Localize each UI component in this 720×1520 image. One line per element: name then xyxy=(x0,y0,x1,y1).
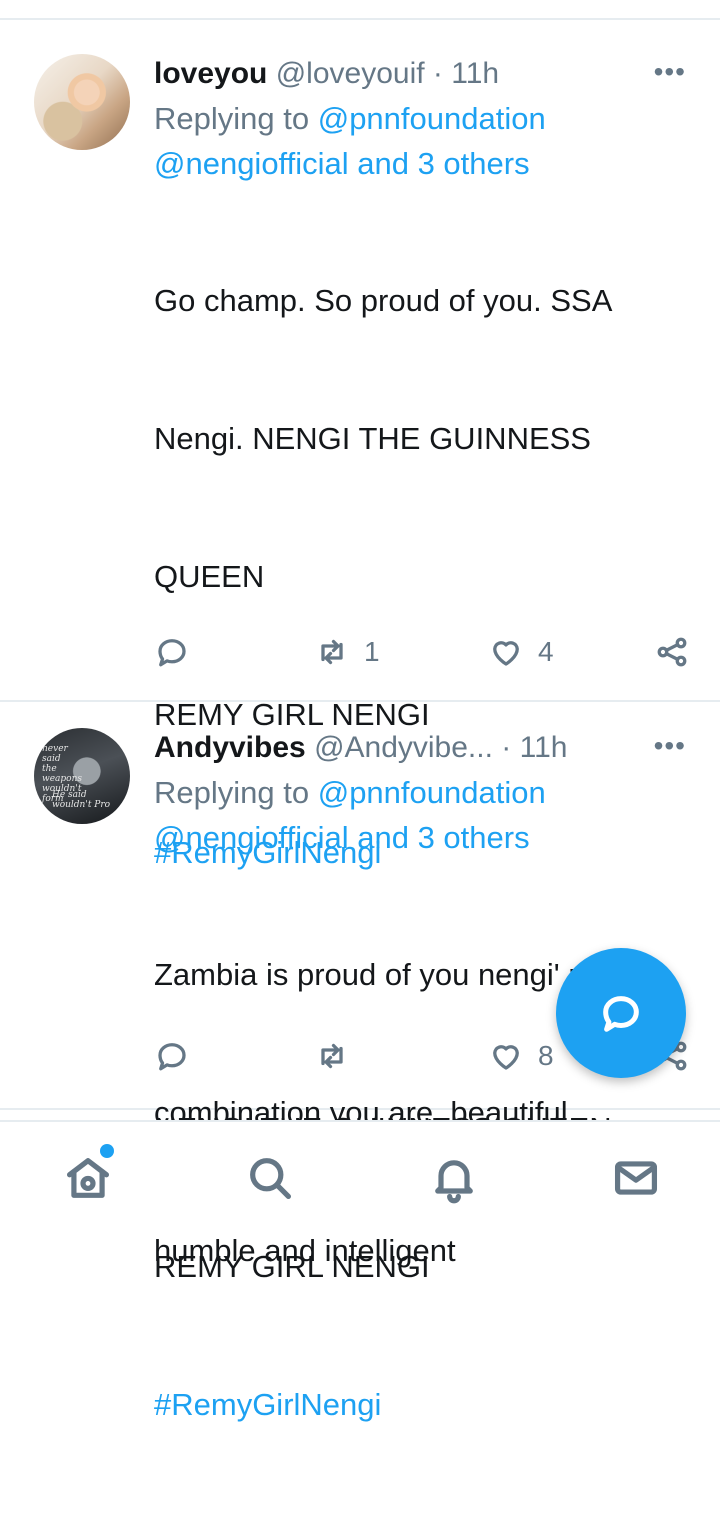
hashtag-link[interactable]: #RemyGirlNengi xyxy=(154,1382,690,1428)
heart-icon xyxy=(493,1045,519,1070)
more-horizontal-icon[interactable]: ••• xyxy=(654,50,686,94)
timestamp[interactable]: 11h xyxy=(520,731,568,764)
tweet-actions: 1 4 xyxy=(154,634,694,674)
retweet-icon xyxy=(321,1043,343,1069)
share-icon xyxy=(657,637,687,667)
replying-prefix: Replying to xyxy=(154,101,310,136)
timestamp[interactable]: 11h xyxy=(451,57,499,90)
more-horizontal-icon[interactable]: ••• xyxy=(654,724,686,768)
new-content-dot xyxy=(100,1144,114,1158)
like-count: 4 xyxy=(538,636,554,667)
user-handle[interactable]: @Andyvibe... xyxy=(314,731,493,764)
messages-envelope-icon xyxy=(614,1161,658,1195)
share-button[interactable] xyxy=(654,634,690,670)
avatar-caption-bottom: He said wouldn't Pro xyxy=(52,790,111,810)
retweet-button[interactable] xyxy=(314,1038,350,1074)
heart-icon xyxy=(493,641,519,666)
separator-dot: · xyxy=(432,57,443,90)
like-button[interactable]: 4 xyxy=(488,634,554,670)
mention-link[interactable]: @pnnfoundation xyxy=(318,775,546,810)
mention-others-link[interactable]: @nengiofficial and 3 others xyxy=(154,820,530,855)
tweet-loveyou[interactable]: loveyou @loveyouif · 11h ••• Replying to… xyxy=(0,40,720,1422)
mention-others-link[interactable]: @nengiofficial and 3 others xyxy=(154,146,530,181)
replying-prefix: Replying to xyxy=(154,775,310,810)
mention-link[interactable]: @pnnfoundation xyxy=(318,101,546,136)
tweet-text: Zambia is proud of you nengi' rear combi… xyxy=(154,860,690,1366)
tweet-text-line: QUEEN xyxy=(154,559,265,594)
replying-to-more: @nengiofficial and 3 others xyxy=(154,815,690,860)
reply-icon xyxy=(158,1043,186,1071)
tweet-header: Andyvibes @Andyvibe... · 11h ••• xyxy=(154,726,690,770)
retweet-icon xyxy=(321,639,343,665)
tweet-header: loveyou @loveyouif · 11h ••• xyxy=(154,52,690,96)
like-button[interactable]: 8 xyxy=(488,1038,554,1074)
separator-dot: · xyxy=(501,731,512,764)
avatar[interactable] xyxy=(34,54,130,150)
replying-to-more: @nengiofficial and 3 others xyxy=(154,141,690,186)
display-name[interactable]: loveyou xyxy=(154,57,267,90)
like-count: 8 xyxy=(538,1040,554,1071)
nav-home[interactable] xyxy=(62,1152,114,1204)
top-divider xyxy=(0,18,720,20)
retweet-count: 1 xyxy=(364,636,380,667)
compose-reply-icon xyxy=(603,996,639,1032)
reply-button[interactable] xyxy=(154,1038,190,1074)
tweet-text-line: Nengi. NENGI THE GUINNESS xyxy=(154,421,591,456)
bottom-navigation xyxy=(0,1120,720,1230)
replying-to: Replying to @pnnfoundation xyxy=(154,96,690,141)
avatar[interactable]: never said the weapons wouldn't form He … xyxy=(34,728,130,824)
nav-search[interactable] xyxy=(244,1152,296,1204)
tweet-text-line: humble and intelligent xyxy=(154,1233,456,1268)
search-icon xyxy=(250,1158,292,1200)
compose-reply-button[interactable] xyxy=(556,948,686,1078)
user-handle[interactable]: @loveyouif xyxy=(276,57,425,90)
reply-icon xyxy=(158,639,186,667)
nav-messages[interactable] xyxy=(610,1152,662,1204)
home-icon xyxy=(66,1158,110,1198)
retweet-button[interactable]: 1 xyxy=(314,634,380,670)
tweet-text-line: Go champ. So proud of you. SSA xyxy=(154,283,613,318)
nav-notifications[interactable] xyxy=(428,1152,480,1204)
replying-to: Replying to @pnnfoundation xyxy=(154,770,690,815)
display-name[interactable]: Andyvibes xyxy=(154,731,306,764)
notifications-bell-icon xyxy=(435,1160,473,1204)
reply-button[interactable] xyxy=(154,634,190,670)
